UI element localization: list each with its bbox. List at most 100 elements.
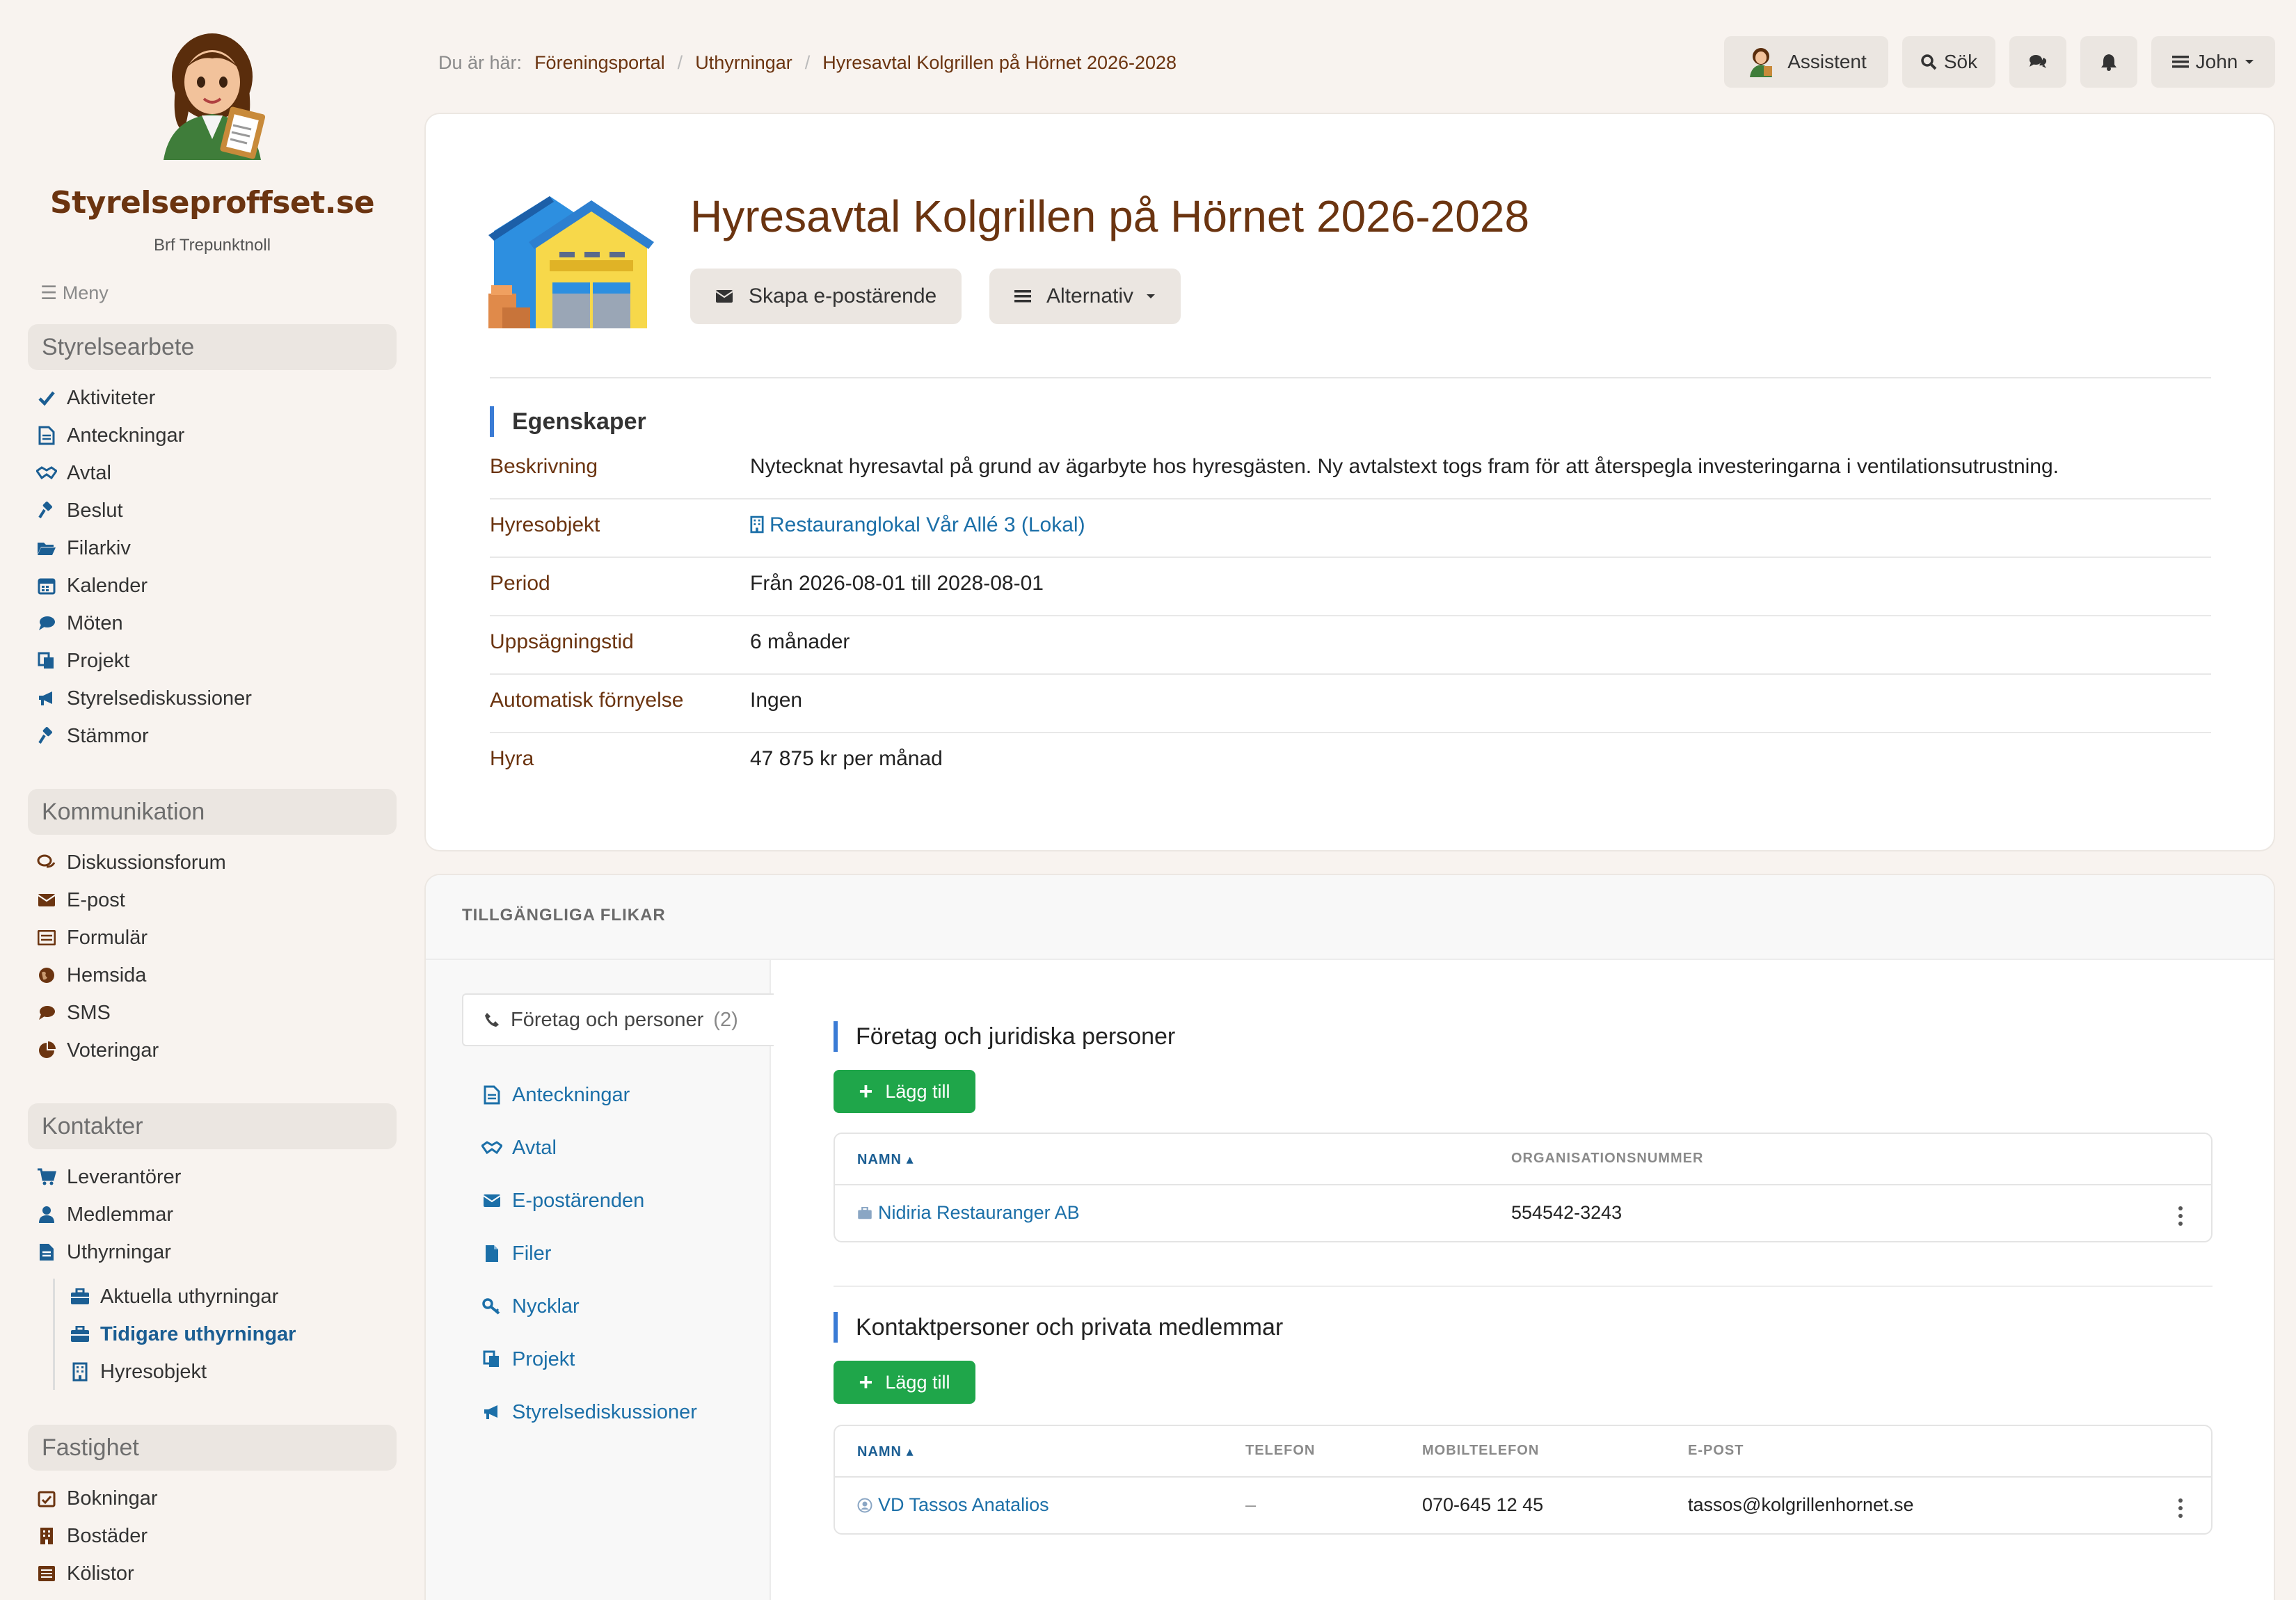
assistant-button[interactable]: Assistent xyxy=(1724,36,1888,88)
add-company-button[interactable]: + Lägg till xyxy=(834,1070,975,1113)
sidebar-item-diskussionsforum[interactable]: Diskussionsforum xyxy=(36,849,226,877)
sidebar-item-e-post[interactable]: E-post xyxy=(36,886,125,914)
phone-value: – xyxy=(1245,1494,1257,1515)
tab-styrelsediskussioner[interactable]: Styrelsediskussioner xyxy=(481,1398,697,1426)
user-menu-button[interactable]: John xyxy=(2151,36,2275,88)
comments-icon xyxy=(2028,54,2048,70)
tabs-header: TILLGÄNGLIGA FLIKAR xyxy=(426,875,2274,960)
sidebar-section-kommunikation[interactable]: Kommunikation xyxy=(28,789,397,835)
sidebar-item-formular[interactable]: Formulär xyxy=(36,924,148,952)
sidebar-item-bostader[interactable]: Bostäder xyxy=(36,1522,148,1550)
column-header-mobile[interactable]: MOBILTELEFON xyxy=(1422,1443,1539,1459)
tab-projekt[interactable]: Projekt xyxy=(481,1345,575,1373)
plus-icon: + xyxy=(859,1369,873,1395)
property-row-description: Beskrivning Nytecknat hyresavtal på grun… xyxy=(490,441,2211,499)
tab-e-postarenden[interactable]: E-postärenden xyxy=(481,1187,644,1215)
tab-companies-and-persons[interactable]: Företag och personer (2) xyxy=(462,993,774,1046)
row-menu-icon[interactable] xyxy=(2178,1498,2183,1518)
sidebar-item-beslut[interactable]: Beslut xyxy=(36,497,123,525)
notifications-button[interactable] xyxy=(2080,36,2137,88)
sidebar-item-sms[interactable]: SMS xyxy=(36,999,111,1027)
sidebar-item-medlemmar[interactable]: Medlemmar xyxy=(36,1201,173,1229)
property-value: 6 månader xyxy=(750,630,850,653)
tabs-card: TILLGÄNGLIGA FLIKAR Företag och personer… xyxy=(424,874,2275,1600)
property-row-notice-period: Uppsägningstid 6 månader xyxy=(490,616,2211,675)
mascot-logo-icon xyxy=(143,28,282,160)
sidebar-item-aktuella-uthyrningar[interactable]: Aktuella uthyrningar xyxy=(70,1283,278,1311)
sidebar-item-filarkiv[interactable]: Filarkiv xyxy=(36,534,131,562)
create-email-case-button[interactable]: Skapa e-postärende xyxy=(690,269,962,324)
sidebar-item-leverantorer[interactable]: Leverantörer xyxy=(36,1163,181,1191)
contact-name-link[interactable]: VD Tassos Anatalios xyxy=(857,1494,1049,1516)
column-header-email[interactable]: E-POST xyxy=(1688,1443,1744,1459)
sidebar-item-avtal[interactable]: Avtal xyxy=(36,459,111,487)
check-icon xyxy=(36,387,57,408)
copy-icon xyxy=(36,650,57,671)
calendar-icon xyxy=(36,575,57,596)
envelope-icon xyxy=(481,1190,502,1211)
sidebar-item-styrelsediskussioner[interactable]: Styrelsediskussioner xyxy=(36,685,252,712)
sidebar-section-styrelsearbete[interactable]: Styrelsearbete xyxy=(28,324,397,370)
tab-filer[interactable]: Filer xyxy=(481,1240,551,1267)
brand-name[interactable]: Styrelseproffset.se xyxy=(0,185,424,221)
file-icon xyxy=(481,1243,502,1264)
breadcrumb-link-foreningsportal[interactable]: Föreningsportal xyxy=(534,52,665,74)
column-header-org-number[interactable]: ORGANISATIONSNUMMER xyxy=(1511,1151,1703,1167)
sidebar-item-aktiviteter[interactable]: Aktiviteter xyxy=(36,384,155,412)
sidebar-item-moten[interactable]: Möten xyxy=(36,609,123,637)
sidebar-section-fastighet[interactable]: Fastighet xyxy=(28,1425,397,1471)
breadcrumb-current[interactable]: Hyresavtal Kolgrillen på Hörnet 2026-202… xyxy=(822,52,1177,74)
divider xyxy=(490,377,2211,378)
logo[interactable]: Styrelseproffset.se Brf Trepunktnoll xyxy=(0,28,424,255)
column-header-name[interactable]: NAMN ▴ xyxy=(857,1443,914,1460)
property-label: Hyra xyxy=(490,747,534,770)
search-icon xyxy=(1920,54,1937,70)
sidebar-item-projekt[interactable]: Projekt xyxy=(36,647,129,675)
handshake-icon xyxy=(36,463,57,483)
property-label: Uppsägningstid xyxy=(490,630,634,653)
tab-nycklar[interactable]: Nycklar xyxy=(481,1293,580,1320)
sidebar-item-uthyrningar[interactable]: Uthyrningar xyxy=(36,1238,171,1266)
contacts-table: NAMN ▴ TELEFON MOBILTELEFON E-POST VD Ta… xyxy=(834,1425,2213,1535)
options-dropdown-button[interactable]: Alternativ xyxy=(989,269,1181,324)
sidebar-item-stammor[interactable]: Stämmor xyxy=(36,722,149,750)
list-icon xyxy=(36,1563,57,1584)
sidebar-section-kontakter[interactable]: Kontakter xyxy=(28,1103,397,1149)
column-header-name[interactable]: NAMN ▴ xyxy=(857,1151,914,1168)
sidebar-item-voteringar[interactable]: Voteringar xyxy=(36,1037,159,1064)
key-icon xyxy=(481,1296,502,1317)
sidebar-item-anteckningar[interactable]: Anteckningar xyxy=(36,422,184,449)
sidebar: Styrelseproffset.se Brf Trepunktnoll ☰ M… xyxy=(0,0,417,1600)
mobile-value: 070-645 12 45 xyxy=(1422,1494,1544,1515)
messages-button[interactable] xyxy=(2009,36,2066,88)
property-value: Ingen xyxy=(750,689,803,712)
breadcrumb-separator: / xyxy=(804,51,811,73)
tab-anteckningar[interactable]: Anteckningar xyxy=(481,1081,630,1109)
user-icon xyxy=(36,1204,57,1225)
company-name-link[interactable]: Nidiria Restauranger AB xyxy=(857,1202,1080,1224)
email-value[interactable]: tassos@kolgrillenhornet.se xyxy=(1688,1494,1914,1516)
search-button[interactable]: Sök xyxy=(1902,36,1995,88)
copy-icon xyxy=(481,1349,502,1370)
sidebar-item-bokningar[interactable]: Bokningar xyxy=(36,1485,158,1512)
column-header-phone[interactable]: TELEFON xyxy=(1245,1443,1315,1459)
add-contact-button[interactable]: + Lägg till xyxy=(834,1361,975,1404)
menu-toggle[interactable]: ☰ Meny xyxy=(40,282,109,304)
gavel-icon xyxy=(36,726,57,746)
document-icon xyxy=(36,425,57,446)
sidebar-item-kalender[interactable]: Kalender xyxy=(36,572,148,600)
briefcase-icon xyxy=(857,1206,872,1219)
rental-object-link[interactable]: Restauranglokal Vår Allé 3 (Lokal) xyxy=(750,513,1085,539)
hamburger-icon: ☰ xyxy=(40,282,58,303)
breadcrumb: Du är här: Föreningsportal / Uthyrningar… xyxy=(438,49,1177,77)
sidebar-item-tidigare-uthyrningar[interactable]: Tidigare uthyrningar xyxy=(70,1320,296,1348)
tab-avtal[interactable]: Avtal xyxy=(481,1134,557,1162)
sidebar-item-hemsida[interactable]: Hemsida xyxy=(36,961,146,989)
assistant-avatar-icon xyxy=(1746,47,1776,77)
breadcrumb-link-uthyrningar[interactable]: Uthyrningar xyxy=(695,52,792,74)
sidebar-item-kolistor[interactable]: Kölistor xyxy=(36,1560,134,1587)
list-icon xyxy=(1014,289,1031,303)
row-menu-icon[interactable] xyxy=(2178,1206,2183,1226)
sidebar-item-hyresobjekt[interactable]: Hyresobjekt xyxy=(70,1358,207,1386)
property-row-period: Period Från 2026-08-01 till 2028-08-01 xyxy=(490,558,2211,616)
